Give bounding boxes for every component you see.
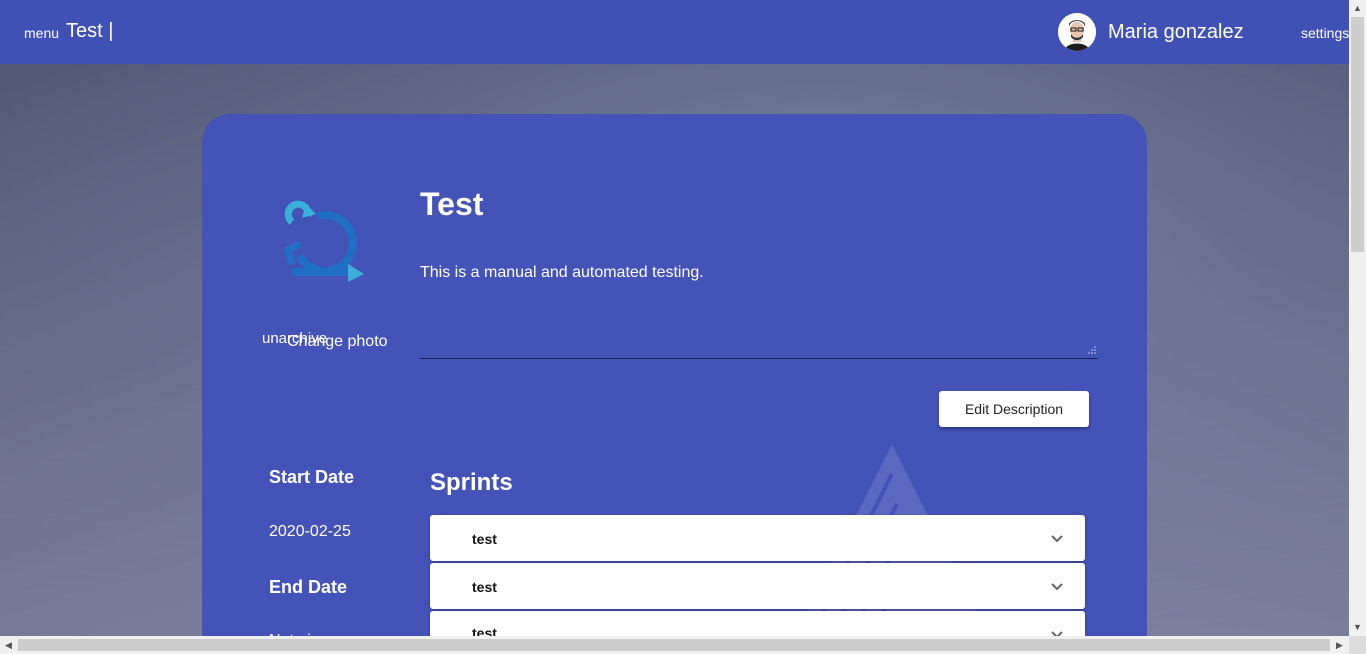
scroll-down-icon[interactable]: ▼ (1353, 622, 1362, 632)
top-app-bar: menu Test | Maria gonzalez settings (0, 0, 1349, 64)
chevron-down-icon[interactable] (1051, 581, 1063, 593)
scroll-right-icon[interactable]: ▶ (1336, 640, 1343, 651)
user-name[interactable]: Maria gonzalez (1108, 21, 1244, 44)
end-date-label: End Date (269, 577, 348, 597)
sprint-item-label: test (472, 531, 497, 547)
project-title: Test (420, 186, 484, 222)
horizontal-scroll-thumb[interactable] (18, 639, 1330, 651)
change-photo-button[interactable]: Change photo (287, 333, 388, 351)
vertical-scrollbar[interactable]: ▲ ▼ (1349, 0, 1366, 636)
horizontal-scrollbar[interactable]: ◀ ▶ (0, 636, 1349, 654)
user-photo-icon (1058, 13, 1096, 51)
chevron-down-icon[interactable] (1051, 533, 1063, 545)
settings-button[interactable]: settings (1301, 25, 1349, 41)
menu-button[interactable]: menu (24, 25, 59, 41)
scrollbar-corner (1349, 636, 1366, 654)
avatar[interactable] (1058, 13, 1096, 51)
edit-description-button[interactable]: Edit Description (939, 391, 1089, 427)
sprint-item[interactable]: test (430, 515, 1085, 561)
scroll-up-icon[interactable]: ▲ (1353, 3, 1362, 13)
sprint-item[interactable]: test (430, 563, 1085, 609)
description-textarea[interactable] (420, 332, 1098, 359)
sprints-title: Sprints (430, 469, 513, 496)
project-card: unarchive Change photo Test This is a ma… (202, 114, 1147, 654)
sprint-item-label: test (472, 579, 497, 595)
scrum-logo-icon (283, 200, 364, 282)
app-title: Test | (66, 20, 114, 42)
project-description: This is a manual and automated testing. (420, 264, 704, 281)
vertical-scroll-thumb[interactable] (1351, 17, 1364, 252)
start-date-value: 2020-02-25 (269, 523, 351, 540)
resize-grip-icon[interactable] (1088, 346, 1096, 354)
scroll-left-icon[interactable]: ◀ (5, 640, 12, 651)
start-date-label: Start Date (269, 467, 355, 487)
